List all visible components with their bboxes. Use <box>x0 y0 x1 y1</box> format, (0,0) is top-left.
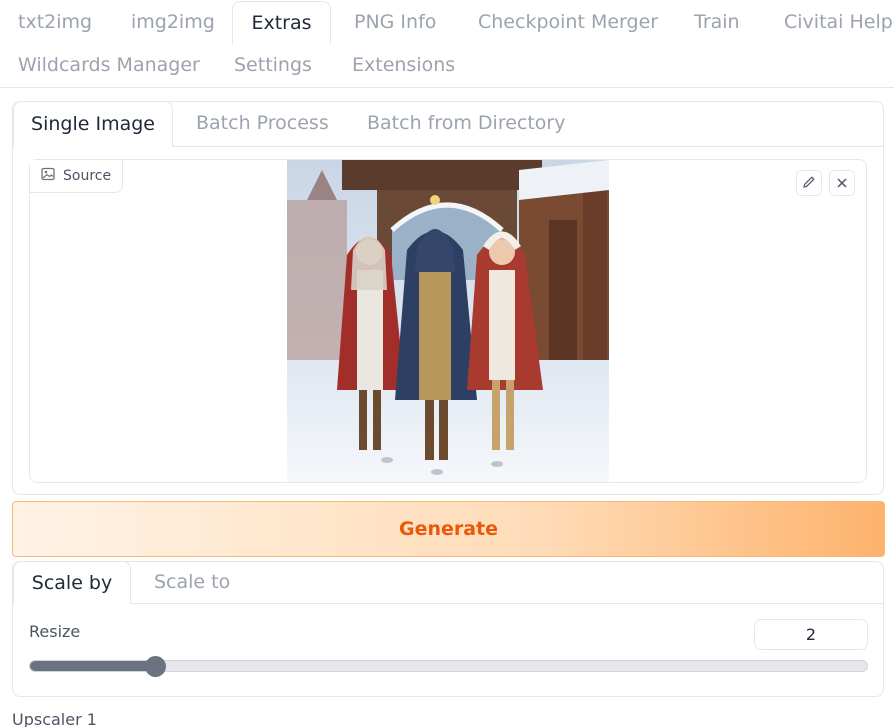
pencil-icon <box>802 174 816 193</box>
close-icon <box>836 174 848 193</box>
tab-checkpoint-merger[interactable]: Checkpoint Merger <box>478 11 658 33</box>
upscaler1-label: Upscaler 1 <box>12 710 97 727</box>
tab-settings[interactable]: Settings <box>234 54 312 76</box>
resize-label: Resize <box>29 622 81 641</box>
generate-button[interactable]: Generate <box>12 501 885 557</box>
resize-slider-fill <box>30 661 156 671</box>
tab-png-info[interactable]: PNG Info <box>354 11 436 33</box>
tab-img2img[interactable]: img2img <box>131 11 215 33</box>
tab-txt2img[interactable]: txt2img <box>18 11 92 33</box>
tab-batch-from-directory[interactable]: Batch from Directory <box>367 112 565 134</box>
source-label: Source <box>30 160 124 193</box>
edit-button[interactable] <box>796 170 822 196</box>
tab-civitai-helper[interactable]: Civitai Helpe <box>784 11 894 33</box>
tab-single-image[interactable]: Single Image <box>13 101 173 147</box>
tab-scale-to[interactable]: Scale to <box>154 571 230 593</box>
tab-extensions[interactable]: Extensions <box>352 54 455 76</box>
source-image <box>287 160 609 482</box>
resize-slider-thumb[interactable] <box>144 656 166 677</box>
scale-tabs-divider <box>13 603 883 604</box>
nav-divider <box>0 87 894 88</box>
tab-extras[interactable]: Extras <box>232 1 331 45</box>
tab-wildcards-manager[interactable]: Wildcards Manager <box>18 54 200 76</box>
resize-number-input[interactable]: 2 <box>754 619 868 650</box>
tab-batch-process[interactable]: Batch Process <box>196 112 329 134</box>
clear-image-button[interactable] <box>829 170 855 196</box>
tab-scale-by[interactable]: Scale by <box>13 561 131 604</box>
image-icon <box>41 167 55 185</box>
source-label-text: Source <box>63 168 112 184</box>
tab-train[interactable]: Train <box>694 11 740 33</box>
